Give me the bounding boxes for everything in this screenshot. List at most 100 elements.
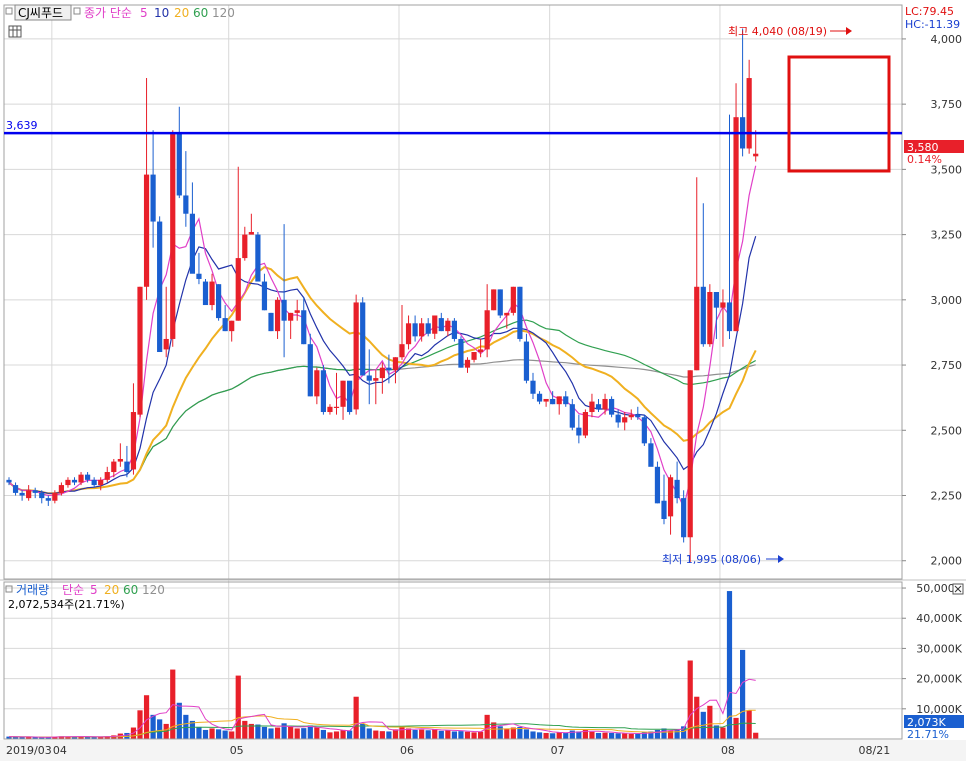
volume-bar: [320, 729, 326, 739]
candle-body: [45, 498, 51, 501]
candle-body: [674, 479, 680, 499]
volume-bar: [733, 717, 739, 739]
candle-body: [32, 490, 38, 493]
horizontal-line-label: 3,639: [6, 119, 38, 132]
volume-bar: [628, 733, 634, 739]
volume-bar: [274, 727, 281, 739]
candle-body: [117, 458, 123, 462]
candle-body: [491, 289, 497, 311]
price-tick-label: 3,250: [931, 229, 963, 242]
x-tick-label: 04: [53, 744, 67, 757]
candle-body: [58, 485, 64, 493]
candle-body: [248, 231, 254, 235]
candle-body: [183, 195, 189, 214]
volume-bar: [150, 714, 156, 739]
hc-label: HC:-11.39: [905, 18, 960, 31]
volume-bar: [209, 728, 215, 739]
high-annotation: 최고 4,040 (08/19): [728, 25, 827, 38]
volume-bar: [504, 728, 510, 739]
candle-body: [432, 315, 438, 334]
x-tick-label: 08: [721, 744, 735, 757]
candle-body: [333, 406, 340, 408]
volume-bar: [484, 714, 490, 739]
volume-bar: [523, 729, 530, 739]
ma-period-5: 5: [140, 6, 148, 20]
candle-body: [294, 310, 300, 313]
candle-body: [504, 312, 510, 316]
candle-body: [582, 412, 588, 436]
candle-body: [157, 221, 163, 353]
x-tick-label: 06: [400, 744, 414, 757]
table-icon[interactable]: [8, 25, 22, 38]
candle-body: [550, 398, 556, 405]
volume-bar: [216, 729, 222, 739]
volume-bar: [386, 731, 392, 739]
candle-body: [478, 349, 484, 353]
price-tick-label: 2,750: [931, 359, 963, 372]
candle-body: [399, 344, 405, 358]
volume-bar: [615, 733, 621, 739]
volume-bar: [307, 725, 313, 739]
volume-bar: [746, 710, 752, 739]
volume-bar: [405, 728, 412, 739]
candle-body: [379, 367, 385, 379]
x-tick-label: 05: [230, 744, 244, 757]
candle-body: [726, 302, 733, 332]
price-title: 종가 단순: [84, 6, 132, 20]
volume-bar: [366, 728, 372, 739]
volume-bar: [445, 730, 451, 739]
volume-bar: [196, 726, 202, 739]
volume-bar: [543, 732, 549, 739]
volume-bar: [609, 732, 615, 739]
volume-bar: [589, 731, 595, 739]
price-tick-label: 3,000: [931, 294, 963, 307]
volume-bar: [242, 720, 248, 739]
volume-bar: [556, 732, 562, 739]
candle-body: [314, 370, 320, 397]
candle-body: [65, 479, 71, 486]
candle-body: [255, 234, 261, 282]
candle-body: [484, 310, 490, 350]
volume-bar: [458, 731, 464, 739]
candle-body: [523, 341, 530, 381]
volume-tick-label: 10,000K: [916, 703, 962, 716]
volume-bar: [294, 728, 300, 739]
candle-body: [386, 367, 392, 371]
volume-bar: [347, 730, 353, 739]
x-tick-label: 07: [551, 744, 565, 757]
volume-bar: [740, 649, 746, 739]
ma-period-60: 60: [193, 6, 208, 20]
candle-body: [713, 292, 719, 308]
volume-bar: [707, 705, 713, 739]
candle-body: [517, 286, 523, 339]
volume-bar: [478, 731, 484, 739]
candle-body: [681, 498, 687, 538]
candle-body: [556, 396, 562, 405]
candle-body: [576, 427, 582, 436]
symbol-label: CJ씨푸드: [18, 6, 63, 20]
volume-bar: [392, 729, 399, 739]
candle-body: [622, 417, 628, 423]
candle-body: [71, 479, 78, 483]
volume-bar: [550, 733, 556, 739]
chart-background: [0, 0, 966, 761]
candle-body: [700, 286, 706, 345]
vol-ma-period-5: 5: [90, 583, 98, 597]
ma-period-120: 120: [212, 6, 235, 20]
low-annotation: 최저 1,995 (08/06): [662, 553, 761, 566]
candle-body: [196, 273, 202, 279]
candle-body: [150, 174, 156, 222]
stock-chart[interactable]: 3,639 최고 4,040 (08/19) 최저 1,995 (08/06) …: [0, 0, 966, 761]
volume-ma-label: 단순: [62, 583, 84, 597]
volume-bar: [340, 729, 346, 739]
candle-body: [235, 258, 241, 321]
candle-body: [753, 153, 759, 157]
candle-body: [451, 320, 457, 339]
volume-bar: [412, 729, 418, 739]
candle-body: [628, 414, 634, 418]
volume-bar: [333, 731, 340, 739]
volume-bar: [202, 729, 209, 739]
candle-body: [425, 323, 431, 334]
candle-body: [19, 492, 25, 496]
price-tick-label: 2,500: [931, 424, 963, 437]
